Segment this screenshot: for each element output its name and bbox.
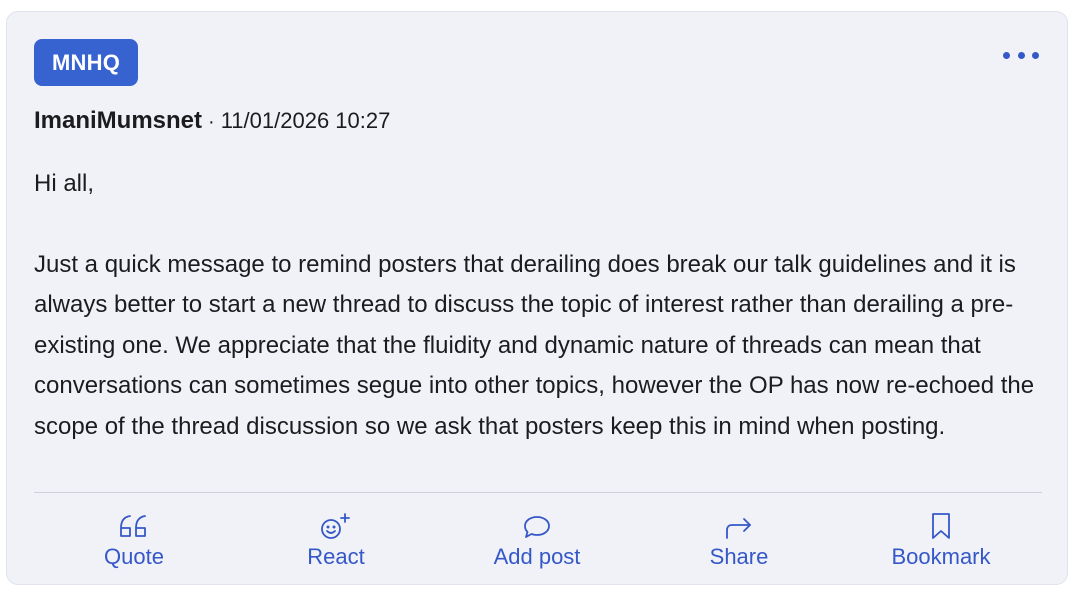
add-post-button[interactable]: Add post xyxy=(452,508,622,574)
share-label: Share xyxy=(709,544,769,569)
post-actions-bar: Quote React Add post Share Bookmark xyxy=(7,508,1069,578)
mnhq-badge: MNHQ xyxy=(34,39,139,86)
add-post-label: Add post xyxy=(493,544,581,569)
byline-separator: · xyxy=(208,111,215,133)
bookmark-button[interactable]: Bookmark xyxy=(856,508,1026,574)
bookmark-label: Bookmark xyxy=(891,544,991,569)
post-paragraph: Just a quick message to remind posters t… xyxy=(34,250,1035,440)
author-name[interactable]: ImaniMumsnet xyxy=(34,107,202,135)
post-body: Hi all, Just a quick message to remind p… xyxy=(34,164,1049,448)
post-byline: ImaniMumsnet · 11/01/2026 10:27 xyxy=(34,107,390,137)
dot-icon xyxy=(1003,51,1010,59)
quote-icon xyxy=(119,508,149,540)
share-button[interactable]: Share xyxy=(654,508,824,574)
post-card: MNHQ ImaniMumsnet · 11/01/2026 10:27 Hi … xyxy=(6,11,1068,585)
dot-icon xyxy=(1032,51,1039,59)
bookmark-icon xyxy=(929,508,953,540)
dot-icon xyxy=(1017,51,1025,59)
actions-divider xyxy=(34,492,1042,493)
add-reaction-icon xyxy=(318,508,354,540)
post-paragraph: Hi all, xyxy=(34,170,95,197)
speech-bubble-icon xyxy=(522,508,552,540)
quote-label: Quote xyxy=(104,544,164,569)
post-timestamp: 11/01/2026 10:27 xyxy=(220,108,391,133)
share-arrow-icon xyxy=(724,508,754,540)
more-options-icon[interactable] xyxy=(1003,48,1039,62)
react-button[interactable]: React xyxy=(251,508,421,574)
quote-button[interactable]: Quote xyxy=(49,508,219,574)
react-label: React xyxy=(307,544,365,569)
